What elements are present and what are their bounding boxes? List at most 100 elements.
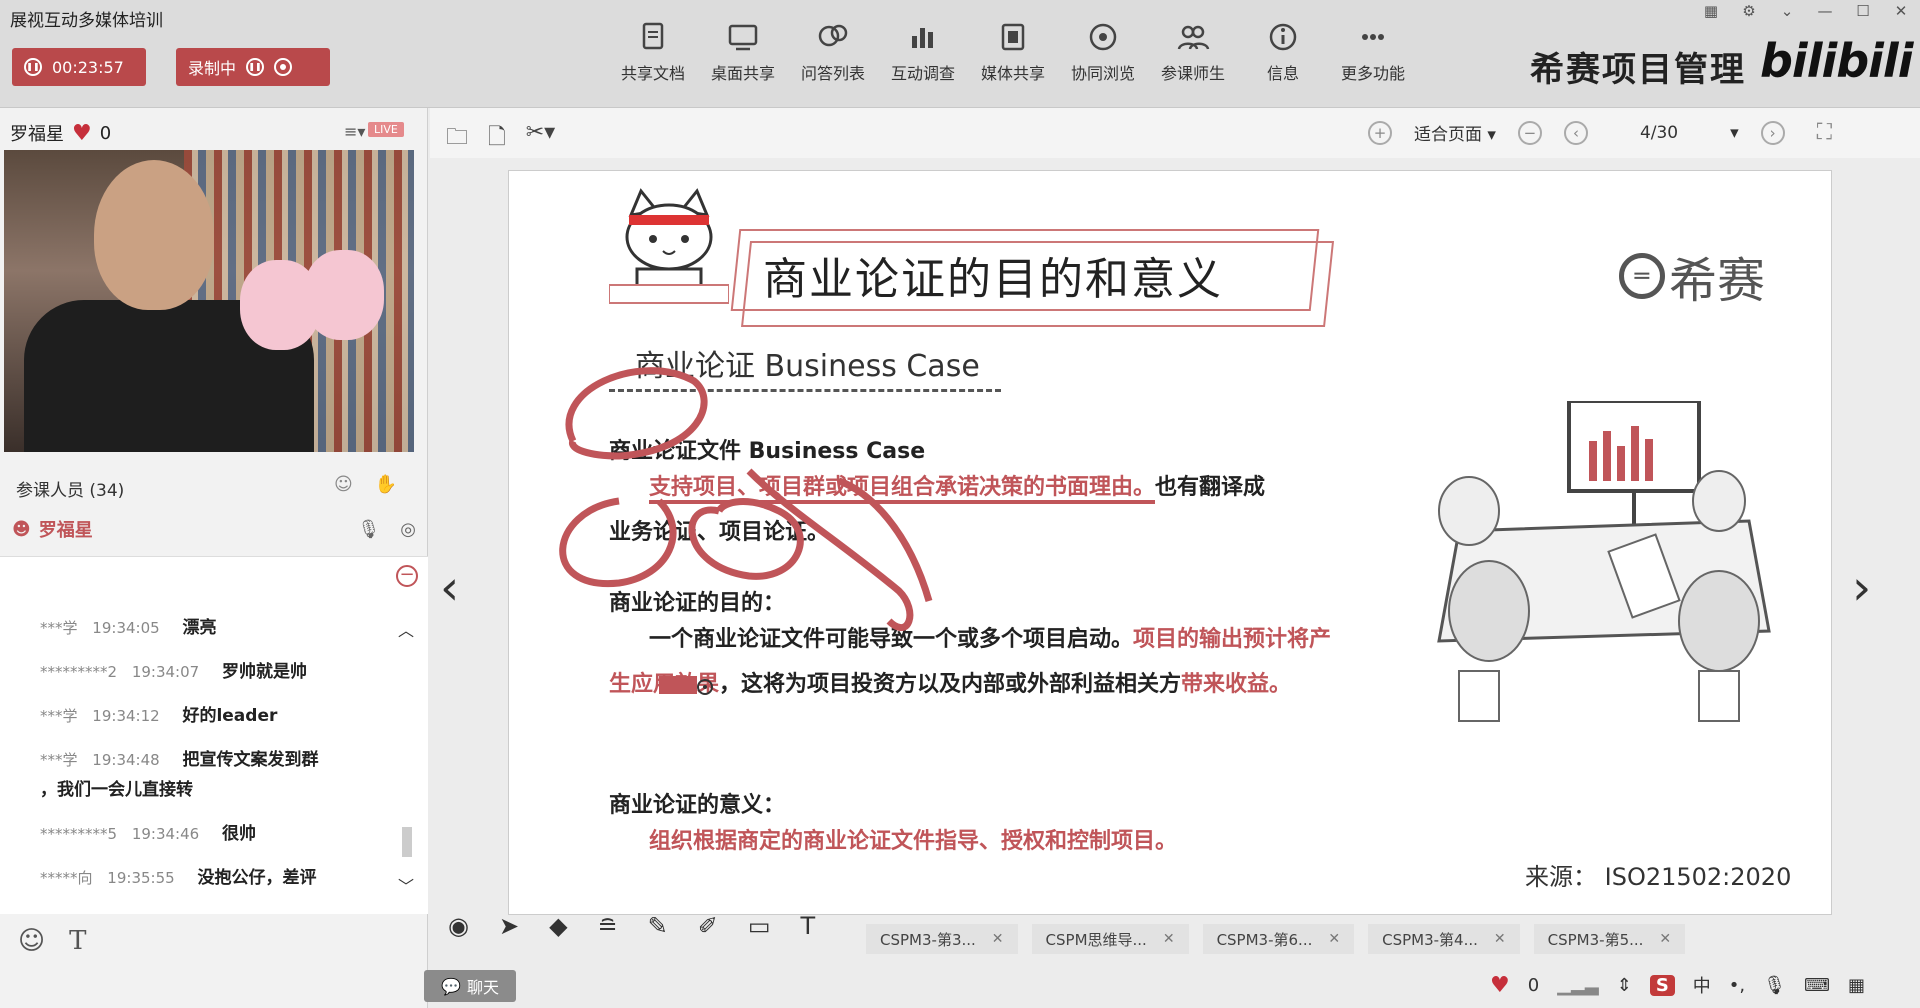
text-tool-icon[interactable]: T: [801, 912, 816, 940]
fit-select[interactable]: 适合页面 ▾: [1414, 120, 1496, 145]
tool-participants[interactable]: 参课师生: [1148, 20, 1238, 84]
close-icon[interactable]: ✕: [1882, 0, 1920, 22]
microphone-icon[interactable]: 🎙: [357, 519, 380, 540]
slide-canvas[interactable]: 商业论证的目的和意义 ═ 希赛 商业论证 Business Case 商业论证文…: [508, 170, 1832, 915]
stop-recording-icon[interactable]: [274, 58, 293, 76]
fullscreen-icon[interactable]: ⛶: [1817, 120, 1832, 145]
folder-icon[interactable]: 🗀: [446, 120, 468, 158]
close-tab-icon[interactable]: ✕: [1659, 931, 1671, 947]
scissors-icon[interactable]: ✂▾: [526, 120, 555, 158]
text-format-icon[interactable]: T: [69, 926, 86, 956]
chat-text: 没抱公仔，差评: [197, 868, 317, 888]
ime-logo-icon[interactable]: S: [1649, 974, 1675, 996]
pointer-icon[interactable]: ➤: [499, 912, 519, 940]
highlighted-text: 支持项目、项目群或项目组合承诺决策的书面理由。: [649, 475, 1156, 504]
section-paragraph: 一个商业论证文件可能导致一个或多个项目启动。项目的输出预计将产生应用效果，这将为…: [609, 617, 1349, 707]
tool-more[interactable]: 更多功能: [1328, 20, 1418, 84]
xisai-logo-text: 希赛: [1669, 253, 1766, 309]
speaker-row: 罗福星 ♥ 0: [10, 120, 111, 146]
slide-next-arrow-icon[interactable]: ›: [1852, 560, 1871, 616]
tool-shared-docs[interactable]: 共享文档: [608, 20, 698, 84]
camera-icon[interactable]: ◎: [400, 519, 416, 540]
scroll-up-icon[interactable]: ︿: [398, 617, 414, 641]
document-tab[interactable]: CSPM3-第4... ✕: [1368, 924, 1520, 954]
scroll-thumb[interactable]: [402, 827, 412, 857]
participant-row[interactable]: ☻ 罗福星 🎙 ◎: [12, 516, 416, 542]
pen-icon[interactable]: ✎: [648, 912, 668, 940]
next-page-icon[interactable]: ›: [1760, 120, 1785, 145]
grid-icon[interactable]: ▦: [1692, 0, 1730, 22]
close-tab-icon[interactable]: ✕: [992, 931, 1004, 947]
chat-text: 很帅: [221, 824, 256, 844]
slide-prev-arrow-icon[interactable]: ‹: [440, 560, 459, 616]
zoom-out-icon[interactable]: −: [1517, 120, 1542, 145]
keyboard-icon[interactable]: ⌨: [1804, 975, 1830, 996]
sort-icon[interactable]: ⇕: [1617, 975, 1632, 996]
slide-source: 来源： ISO21502:2020: [1525, 863, 1792, 891]
eraser-icon[interactable]: ◆: [549, 912, 567, 940]
hand-icon[interactable]: ✋: [375, 474, 397, 495]
participants-count: 参课人员 (34): [16, 481, 125, 501]
heart-icon[interactable]: ♥: [1490, 973, 1510, 998]
chat-button[interactable]: 💬 聊天: [424, 970, 516, 1002]
apps-icon[interactable]: ▦: [1848, 975, 1865, 996]
rectangle-icon[interactable]: ▭: [748, 912, 771, 940]
ime-mode[interactable]: 中: [1693, 972, 1711, 998]
document-tab[interactable]: CSPM3-第3... ✕: [866, 924, 1018, 954]
top-bar: 展视互动多媒体培训 ❚❚ 00:23:57 录制中 ❚❚ 共享文档 桌面共享 问…: [0, 0, 1920, 108]
chat-user: ***学: [40, 707, 78, 725]
page-select-chevron-icon[interactable]: ▾: [1730, 123, 1739, 143]
close-tab-icon[interactable]: ✕: [1163, 931, 1175, 947]
tool-cobrowse[interactable]: 协同浏览: [1058, 20, 1148, 84]
chat-input-tools: ☺ T: [18, 926, 86, 956]
recording-pill[interactable]: 录制中 ❚❚: [176, 48, 330, 86]
marker-icon[interactable]: ✐: [698, 912, 718, 940]
tool-info[interactable]: 信息: [1238, 20, 1328, 84]
close-tab-icon[interactable]: ✕: [1494, 931, 1506, 947]
paragraph-text: 也有翻译成: [1155, 475, 1266, 500]
compass-icon: [1089, 23, 1117, 51]
speaker-video[interactable]: [4, 150, 414, 452]
timer-pill[interactable]: ❚❚ 00:23:57: [12, 48, 146, 86]
emoji-icon[interactable]: ☺: [18, 926, 45, 956]
close-tab-icon[interactable]: ✕: [1328, 931, 1340, 947]
tool-desktop-share[interactable]: 桌面共享: [698, 20, 788, 84]
stamp-icon[interactable]: ≘: [598, 912, 618, 940]
tool-label: 媒体共享: [980, 64, 1045, 83]
chat-message: *********5 19:34:46 很帅: [40, 819, 256, 844]
chat-scrollbar[interactable]: ︿ ﹀: [396, 617, 418, 907]
record-dot-icon[interactable]: ◉: [448, 912, 469, 940]
new-file-icon[interactable]: 🗋: [488, 120, 506, 158]
viewer-file-tools: 🗀 🗋 ✂▾: [446, 120, 555, 158]
chevron-down-icon[interactable]: ⌄: [1768, 0, 1806, 22]
recording-label: 录制中: [188, 59, 237, 78]
collapse-chat-icon[interactable]: −: [396, 565, 418, 587]
document-tab[interactable]: CSPM3-第5... ✕: [1533, 924, 1686, 954]
chat-area[interactable]: − ***学 19:34:05 漂亮 *********2 19:34:07 罗…: [0, 556, 428, 914]
chat-time: 19:34:07: [131, 663, 200, 681]
bilibili-logo: bilibili: [1760, 34, 1913, 88]
tool-media-share[interactable]: 媒体共享: [968, 20, 1058, 84]
section-heading: 商业论证的意义：: [609, 793, 786, 818]
document-tab[interactable]: CSPM3-第6... ✕: [1202, 924, 1355, 954]
tool-survey[interactable]: 互动调查: [878, 20, 968, 84]
minimize-icon[interactable]: —: [1806, 0, 1844, 22]
viewer-toolbar: 🗀 🗋 ✂▾ + 适合页面 ▾ − ‹ 4/30 ▾ › ⛶: [430, 108, 1920, 158]
microphone-icon[interactable]: 🎙: [1763, 975, 1786, 996]
prev-page-icon[interactable]: ‹: [1563, 120, 1588, 145]
zoom-in-icon[interactable]: +: [1368, 120, 1392, 145]
gear-icon[interactable]: ⚙: [1730, 0, 1768, 22]
document-tab[interactable]: CSPM思维导... ✕: [1031, 924, 1189, 954]
scroll-down-icon[interactable]: ﹀: [398, 873, 414, 897]
tool-label: 更多功能: [1340, 64, 1405, 83]
tool-qa-list[interactable]: 问答列表: [788, 20, 878, 84]
app-title: 展视互动多媒体培训: [10, 11, 163, 31]
maximize-icon[interactable]: ☐: [1844, 0, 1882, 22]
list-icon[interactable]: ≡▾: [344, 122, 365, 141]
users-icon: [1177, 25, 1210, 50]
users-icon[interactable]: ☺: [334, 474, 353, 495]
pause-recording-icon[interactable]: ❚❚: [246, 58, 265, 76]
heart-icon[interactable]: ♥: [72, 121, 92, 146]
punctuation-icon[interactable]: •,: [1729, 975, 1745, 996]
tool-label: 信息: [1266, 64, 1299, 83]
